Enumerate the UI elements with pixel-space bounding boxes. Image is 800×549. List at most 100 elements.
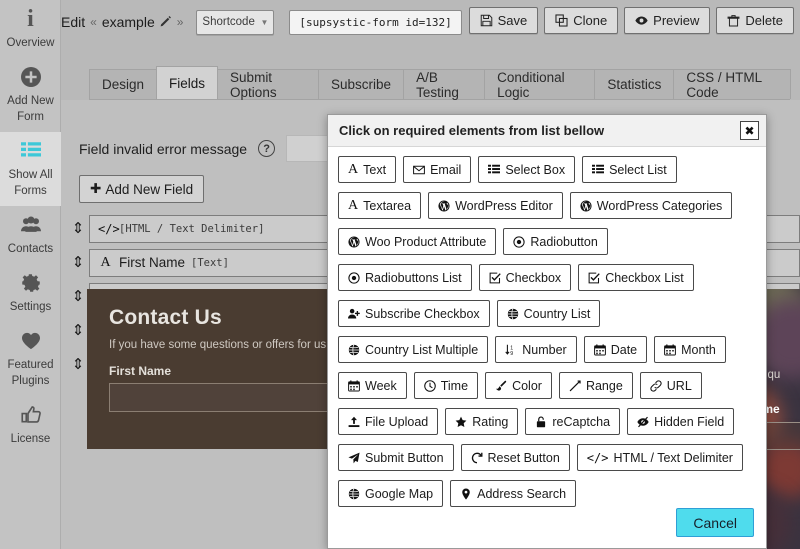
- preview-button[interactable]: Preview: [624, 7, 711, 34]
- help-icon[interactable]: ?: [258, 140, 276, 157]
- sidebar-item-featured-plugins[interactable]: Featured Plugins: [0, 322, 61, 396]
- element-button-submit-button[interactable]: Submit Button: [338, 444, 454, 471]
- drag-handle-icon[interactable]: ⇕: [67, 323, 89, 338]
- element-button-text[interactable]: A Text: [338, 156, 397, 183]
- close-icon[interactable]: ✖: [740, 121, 759, 140]
- element-button-reset-button[interactable]: Reset Button: [460, 444, 570, 471]
- element-button-woo-product-attribute[interactable]: Woo Product Attribute: [338, 228, 497, 255]
- element-button-label: Submit Button: [365, 450, 444, 465]
- cancel-button[interactable]: Cancel: [676, 508, 754, 537]
- user-plus-icon: [348, 308, 360, 320]
- drag-handle-icon[interactable]: ⇕: [67, 289, 89, 304]
- element-button-rating[interactable]: Rating: [445, 408, 519, 435]
- radio-icon: [348, 271, 360, 284]
- sidebar-item-contacts[interactable]: Contacts: [0, 206, 61, 264]
- tab-subscribe[interactable]: Subscribe: [318, 69, 405, 99]
- element-button-textarea[interactable]: A Textarea: [338, 192, 422, 219]
- element-button-html-text-delimiter[interactable]: </> HTML / Text Delimiter: [576, 444, 743, 471]
- button-label: Delete: [745, 13, 783, 28]
- element-button-checkbox[interactable]: Checkbox: [478, 264, 572, 291]
- element-button-label: Checkbox: [505, 270, 562, 285]
- element-button-select-box[interactable]: Select Box: [478, 156, 576, 183]
- sidebar-item-label: Contacts: [7, 243, 54, 255]
- delete-button[interactable]: Delete: [716, 7, 794, 34]
- heart-icon: [2, 331, 59, 353]
- info-icon: i: [27, 6, 34, 32]
- element-button-label: Email: [430, 162, 462, 177]
- drag-handle-icon[interactable]: ⇕: [67, 221, 89, 236]
- element-button-email[interactable]: Email: [403, 156, 472, 183]
- globe-icon: [348, 343, 360, 356]
- element-button-recaptcha[interactable]: reCaptcha: [525, 408, 621, 435]
- tab-statistics[interactable]: Statistics: [594, 69, 675, 99]
- drag-handle-icon[interactable]: ⇕: [67, 255, 89, 270]
- code-icon: </>: [98, 222, 120, 236]
- drag-handle-icon[interactable]: ⇕: [67, 357, 89, 372]
- field-type: [Text]: [191, 256, 229, 269]
- shortcode-select[interactable]: Shortcode ▼: [196, 9, 275, 35]
- element-button-label: URL: [666, 378, 692, 393]
- clone-button[interactable]: Clone: [544, 7, 619, 34]
- tab-css-html-code[interactable]: CSS / HTML Code: [673, 69, 791, 100]
- element-button-label: Radiobuttons List: [365, 270, 462, 285]
- element-button-wordpress-editor[interactable]: WordPress Editor: [428, 192, 563, 219]
- element-button-url[interactable]: URL: [639, 372, 702, 399]
- element-button-checkbox-list[interactable]: Checkbox List: [578, 264, 694, 291]
- element-button-row: Woo Product Attribute Radiobutton: [338, 228, 756, 255]
- tab-design[interactable]: Design: [89, 69, 158, 99]
- element-button-label: Radiobutton: [530, 234, 598, 249]
- element-button-color[interactable]: Color: [485, 372, 552, 399]
- element-button-wordpress-categories[interactable]: WordPress Categories: [569, 192, 733, 219]
- element-button-radiobutton[interactable]: Radiobutton: [503, 228, 608, 255]
- tab-conditional-logic[interactable]: Conditional Logic: [484, 69, 596, 100]
- element-button-select-list[interactable]: Select List: [582, 156, 677, 183]
- save-button[interactable]: Save: [468, 7, 539, 34]
- sidebar-item-show-all-forms[interactable]: Show All Forms: [0, 132, 61, 206]
- element-button-label: Google Map: [365, 486, 434, 501]
- wordpress-icon: [580, 199, 592, 212]
- element-button-radiobuttons-list[interactable]: Radiobuttons List: [338, 264, 472, 291]
- element-button-country-list[interactable]: Country List: [496, 300, 601, 327]
- field-type: [HTML / Text Delimiter]: [119, 222, 265, 235]
- element-button-label: Date: [610, 342, 638, 357]
- element-button-label: Subscribe Checkbox: [365, 306, 480, 321]
- element-button-time[interactable]: Time: [413, 372, 479, 399]
- element-button-number[interactable]: 1 9 Number: [495, 336, 577, 363]
- element-button-label: Select List: [609, 162, 667, 177]
- edit-label: Edit: [61, 14, 86, 30]
- element-button-file-upload[interactable]: File Upload: [338, 408, 439, 435]
- gear-icon: [2, 273, 59, 295]
- map-marker-icon: [460, 487, 472, 500]
- sidebar-item-label: Settings: [9, 301, 52, 313]
- element-button-subscribe-checkbox[interactable]: Subscribe Checkbox: [338, 300, 490, 327]
- element-button-range[interactable]: Range: [558, 372, 633, 399]
- sidebar-item-license[interactable]: License: [0, 396, 61, 454]
- sidebar-item-settings[interactable]: Settings: [0, 264, 61, 322]
- sidebar-item-label: Featured Plugins: [7, 359, 54, 387]
- element-button-country-list-multiple[interactable]: Country List Multiple: [338, 336, 489, 363]
- add-new-field-button[interactable]: ✚ Add New Field: [79, 175, 205, 203]
- tab-submit-options[interactable]: Submit Options: [217, 69, 320, 100]
- shortcode-value-field[interactable]: [supsystic-form id=132]: [289, 9, 462, 35]
- tab-fields[interactable]: Fields: [156, 66, 219, 99]
- element-button-week[interactable]: Week: [338, 372, 407, 399]
- element-button-date[interactable]: Date: [583, 336, 648, 363]
- pencil-icon[interactable]: [160, 15, 172, 30]
- calendar-icon: [593, 343, 606, 356]
- modal-header: Click on required elements from list bel…: [328, 115, 766, 147]
- sidebar-item-overview[interactable]: i Overview: [0, 0, 61, 58]
- element-button-google-map[interactable]: Google Map: [338, 480, 444, 507]
- element-button-month[interactable]: Month: [654, 336, 726, 363]
- tab-a-b-testing[interactable]: A/B Testing: [403, 69, 486, 100]
- element-button-hidden-field[interactable]: Hidden Field: [627, 408, 735, 435]
- tabs: Design Fields Submit Options Subscribe A/B T…: [89, 66, 791, 100]
- sidebar-item-label: Add New Form: [7, 95, 54, 123]
- breadcrumb-left-chevron: «: [90, 15, 97, 29]
- sidebar-item-add-new-form[interactable]: Add New Form: [0, 58, 61, 132]
- element-button-label: Woo Product Attribute: [365, 234, 487, 249]
- breadcrumb: Edit « example » Shortcode ▼ [supsystic-…: [61, 9, 462, 35]
- radio-icon: [513, 235, 526, 248]
- element-button-label: HTML / Text Delimiter: [613, 450, 733, 465]
- element-button-address-search[interactable]: Address Search: [450, 480, 577, 507]
- add-new-field-label: Add New Field: [105, 181, 194, 197]
